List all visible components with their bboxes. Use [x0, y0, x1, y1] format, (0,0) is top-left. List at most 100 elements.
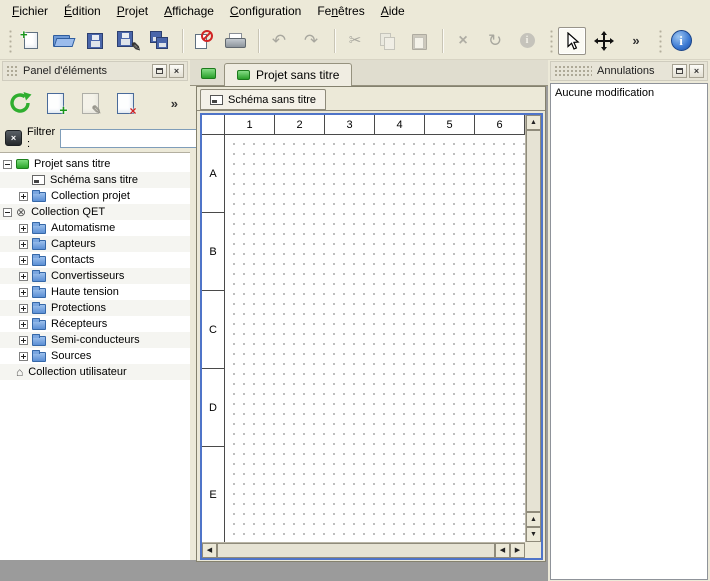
main-toolbar: + ✎ ↶ ↷ ✂: [0, 22, 710, 60]
tree-item-collection-utilisateur[interactable]: ⌂ Collection utilisateur: [0, 364, 190, 380]
scroll-up-button[interactable]: ▲: [526, 512, 541, 527]
scroll-left-button[interactable]: ◀: [202, 543, 217, 558]
scroll-down-button[interactable]: ▼: [526, 527, 541, 542]
tree-item-schema[interactable]: Schéma sans titre: [0, 172, 190, 188]
tree-item-capteurs[interactable]: Capteurs: [0, 236, 190, 252]
expand-expander-icon[interactable]: [19, 352, 28, 361]
scroll-right-button[interactable]: ▶: [510, 543, 525, 558]
filter-input[interactable]: [60, 129, 210, 148]
toolbar-drag-handle[interactable]: [8, 29, 13, 53]
menu-fichier[interactable]: Fichier: [4, 1, 56, 21]
open-file-button[interactable]: [49, 27, 77, 55]
tab-label: Projet sans titre: [256, 68, 339, 82]
tree-item-collection-qet[interactable]: ⊗ Collection QET: [0, 204, 190, 220]
panel-float-button[interactable]: [152, 64, 167, 78]
save-as-icon: ✎: [117, 31, 137, 50]
tree-item-label: Collection projet: [51, 190, 130, 202]
vertical-scrollbar[interactable]: ▲ ▲ ▼: [525, 115, 541, 542]
edit-element-button[interactable]: ✎: [74, 87, 106, 119]
undo-button[interactable]: ↶: [265, 27, 293, 55]
tree-item-sources[interactable]: Sources: [0, 348, 190, 364]
redo-button[interactable]: ↷: [297, 27, 325, 55]
collapse-expander-icon[interactable]: [3, 160, 12, 169]
save-as-button[interactable]: ✎: [113, 27, 141, 55]
new-file-button[interactable]: +: [17, 27, 45, 55]
undo-history-list[interactable]: Aucune modification: [550, 83, 708, 580]
diagram-column-headers: 1 2 3 4 5 6: [225, 115, 525, 135]
tab-projet-sans-titre[interactable]: Projet sans titre: [224, 63, 352, 86]
tree-item-label: Sources: [51, 350, 91, 362]
reload-collections-button[interactable]: [4, 87, 36, 119]
tree-item-label: Capteurs: [51, 238, 96, 250]
menu-affichage[interactable]: Affichage: [156, 1, 222, 21]
expand-expander-icon[interactable]: [19, 240, 28, 249]
tree-item-protections[interactable]: Protections: [0, 300, 190, 316]
horizontal-scrollbar[interactable]: ◀ ◀ ▶: [202, 542, 525, 558]
move-tool-button[interactable]: [590, 27, 618, 55]
elements-panel-title: Panel d'éléments: [23, 65, 150, 77]
workspace-background: [0, 560, 196, 581]
elements-panel-dock: Panel d'éléments × + ✎ ×: [0, 60, 190, 560]
undo-root-item[interactable]: Aucune modification: [551, 84, 707, 102]
scroll-left-button[interactable]: ◀: [495, 543, 510, 558]
expand-expander-icon[interactable]: [19, 224, 28, 233]
dock-grip-icon[interactable]: [6, 65, 18, 77]
print-button[interactable]: [221, 27, 249, 55]
tree-item-project[interactable]: Projet sans titre: [0, 156, 190, 172]
tree-item-haute-tension[interactable]: Haute tension: [0, 284, 190, 300]
horizontal-scrollbar-thumb[interactable]: [217, 543, 495, 558]
scroll-up-button[interactable]: ▲: [526, 115, 541, 130]
elements-panel-titlebar[interactable]: Panel d'éléments ×: [2, 61, 188, 81]
vertical-scrollbar-thumb[interactable]: [526, 130, 541, 512]
dock-grip-icon[interactable]: [554, 65, 592, 77]
save-all-button[interactable]: [145, 27, 173, 55]
rotate-button[interactable]: ↻: [481, 27, 509, 55]
menu-configuration[interactable]: Configuration: [222, 1, 309, 21]
clear-filter-icon[interactable]: ×: [5, 130, 22, 146]
panel-overflow-button[interactable]: »: [171, 96, 178, 111]
delete-button[interactable]: ×: [449, 27, 477, 55]
toolbar-drag-handle[interactable]: [549, 29, 554, 53]
menu-aide[interactable]: Aide: [373, 1, 413, 21]
close-file-button[interactable]: [189, 27, 217, 55]
collapse-expander-icon[interactable]: [3, 208, 12, 217]
undo-history-dock: Annulations × Aucune modification: [548, 60, 710, 581]
about-info-button[interactable]: i: [667, 27, 695, 55]
menu-edition[interactable]: Édition: [56, 1, 109, 21]
tab-schema-sans-titre[interactable]: Schéma sans titre: [200, 89, 326, 110]
tree-item-automatisme[interactable]: Automatisme: [0, 220, 190, 236]
copy-button[interactable]: [373, 27, 401, 55]
tree-item-label: Projet sans titre: [34, 158, 110, 170]
tree-item-convertisseurs[interactable]: Convertisseurs: [0, 268, 190, 284]
annulations-close-button[interactable]: ×: [689, 64, 704, 78]
save-button[interactable]: [81, 27, 109, 55]
paste-button[interactable]: [405, 27, 433, 55]
tree-item-recepteurs[interactable]: Récepteurs: [0, 316, 190, 332]
expand-expander-icon[interactable]: [19, 320, 28, 329]
menu-projet[interactable]: Projet: [109, 1, 156, 21]
select-tool-button[interactable]: [558, 27, 586, 55]
toolbar-drag-handle[interactable]: [658, 29, 663, 53]
expand-expander-icon[interactable]: [19, 192, 28, 201]
element-info-button[interactable]: i: [513, 27, 541, 55]
expand-expander-icon[interactable]: [19, 272, 28, 281]
menu-fenetres[interactable]: Fenêtres: [309, 1, 372, 21]
undo-dock-titlebar[interactable]: Annulations ×: [550, 61, 708, 81]
toolbar-overflow-button[interactable]: »: [622, 27, 650, 55]
expand-expander-icon[interactable]: [19, 304, 28, 313]
expand-expander-icon[interactable]: [19, 256, 28, 265]
panel-close-button[interactable]: ×: [169, 64, 184, 78]
folder-icon: [32, 352, 46, 362]
diagram-grid-canvas[interactable]: [225, 135, 525, 542]
expand-expander-icon[interactable]: [19, 288, 28, 297]
new-element-button[interactable]: +: [39, 87, 71, 119]
project-window-icon[interactable]: [201, 68, 216, 79]
tree-item-collection-projet[interactable]: Collection projet: [0, 188, 190, 204]
tree-item-contacts[interactable]: Contacts: [0, 252, 190, 268]
delete-element-button[interactable]: ×: [109, 87, 141, 119]
undo-dock-title: Annulations: [597, 65, 670, 77]
expand-expander-icon[interactable]: [19, 336, 28, 345]
tree-item-semi-conducteurs[interactable]: Semi-conducteurs: [0, 332, 190, 348]
cut-button[interactable]: ✂: [341, 27, 369, 55]
annulations-float-button[interactable]: [672, 64, 687, 78]
